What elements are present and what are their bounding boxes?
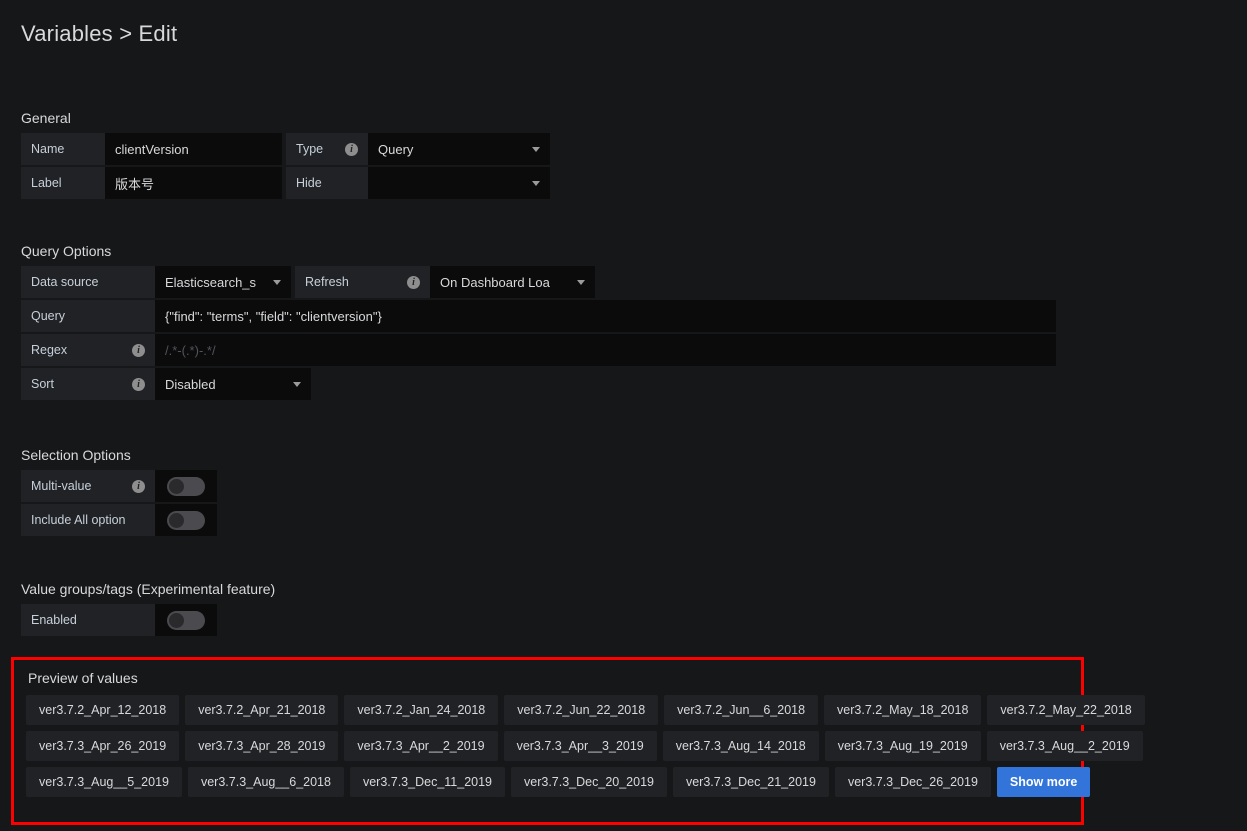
chevron-down-icon bbox=[293, 382, 301, 387]
preview-heading: Preview of values bbox=[28, 670, 138, 686]
query-options-row-4: Sort i Disabled bbox=[21, 368, 1056, 400]
value-chip[interactable]: ver3.7.2_Apr_12_2018 bbox=[26, 695, 180, 725]
value-chip[interactable]: ver3.7.3_Apr_28_2019 bbox=[185, 731, 339, 761]
hide-label-text: Hide bbox=[296, 176, 322, 190]
value-groups-heading: Value groups/tags (Experimental feature) bbox=[21, 581, 276, 597]
datasource-label-text: Data source bbox=[31, 275, 99, 289]
info-icon[interactable]: i bbox=[132, 343, 145, 357]
value-chip[interactable]: ver3.7.3_Aug__2_2019 bbox=[986, 731, 1143, 761]
datasource-select-value: Elasticsearch_s bbox=[165, 274, 257, 290]
value-groups-section: Value groups/tags (Experimental feature)… bbox=[21, 581, 275, 638]
value-chip[interactable]: ver3.7.3_Aug_19_2019 bbox=[824, 731, 981, 761]
toggle-switch-off bbox=[167, 510, 205, 530]
value-chip[interactable]: ver3.7.3_Aug__6_2018 bbox=[187, 767, 344, 797]
info-icon[interactable]: i bbox=[345, 142, 358, 156]
value-chip[interactable]: ver3.7.3_Dec_20_2019 bbox=[511, 767, 667, 797]
name-input[interactable] bbox=[105, 133, 282, 165]
refresh-label-text: Refresh bbox=[305, 275, 349, 289]
multi-value-label: Multi-value i bbox=[21, 470, 155, 502]
query-options-row-2: Query bbox=[21, 300, 1056, 332]
sort-label-text: Sort bbox=[31, 377, 54, 391]
value-chip[interactable]: ver3.7.3_Aug_14_2018 bbox=[662, 731, 819, 761]
show-more-button[interactable]: Show more bbox=[996, 767, 1091, 797]
value-chip[interactable]: ver3.7.2_May_22_2018 bbox=[987, 695, 1145, 725]
name-label-text: Name bbox=[31, 142, 65, 156]
selection-row-multivalue: Multi-value i bbox=[21, 470, 217, 502]
preview-chip-rows: ver3.7.2_Apr_12_2018 ver3.7.2_Apr_21_201… bbox=[26, 695, 1145, 797]
value-chip[interactable]: ver3.7.3_Dec_26_2019 bbox=[834, 767, 991, 797]
name-label: Name bbox=[21, 133, 105, 165]
info-icon[interactable]: i bbox=[132, 479, 145, 493]
selection-options-section: Selection Options Multi-value i Include … bbox=[21, 447, 217, 538]
selection-row-includeall: Include All option bbox=[21, 504, 217, 536]
value-chip[interactable]: ver3.7.2_Apr_21_2018 bbox=[185, 695, 339, 725]
value-groups-row-enabled: Enabled bbox=[21, 604, 275, 636]
label-field-label: Label bbox=[21, 167, 105, 199]
enabled-label-text: Enabled bbox=[31, 613, 77, 627]
regex-input[interactable] bbox=[155, 334, 1056, 366]
enabled-label: Enabled bbox=[21, 604, 155, 636]
value-chip[interactable]: ver3.7.3_Apr__3_2019 bbox=[503, 731, 657, 761]
chevron-down-icon bbox=[532, 147, 540, 152]
value-chip[interactable]: ver3.7.3_Dec_21_2019 bbox=[672, 767, 829, 797]
query-options-heading: Query Options bbox=[21, 243, 112, 259]
selection-options-heading: Selection Options bbox=[21, 447, 131, 463]
type-select-value: Query bbox=[378, 141, 414, 157]
general-section: General Name Type i Query Label bbox=[21, 110, 550, 201]
general-row-1: Name Type i Query bbox=[21, 133, 550, 165]
value-chip[interactable]: ver3.7.3_Apr__2_2019 bbox=[344, 731, 498, 761]
label-field-label-text: Label bbox=[31, 176, 62, 190]
preview-chip-row: ver3.7.3_Aug__5_2019 ver3.7.3_Aug__6_201… bbox=[26, 767, 1091, 797]
query-options-row-3: Regex i bbox=[21, 334, 1056, 366]
info-icon[interactable]: i bbox=[407, 275, 420, 289]
value-chip[interactable]: ver3.7.2_May_18_2018 bbox=[824, 695, 982, 725]
chevron-down-icon bbox=[273, 280, 281, 285]
multi-value-toggle[interactable] bbox=[155, 470, 217, 502]
query-label: Query bbox=[21, 300, 155, 332]
chevron-down-icon bbox=[577, 280, 585, 285]
type-select[interactable]: Query bbox=[368, 133, 550, 165]
preview-of-values-panel: Preview of values ver3.7.2_Apr_12_2018 v… bbox=[11, 657, 1145, 825]
sort-select-value: Disabled bbox=[165, 376, 216, 392]
value-chip[interactable]: ver3.7.3_Apr_26_2019 bbox=[26, 731, 180, 761]
query-options-row-1: Data source Elasticsearch_s Refresh i On… bbox=[21, 266, 1056, 298]
sort-select[interactable]: Disabled bbox=[155, 368, 311, 400]
hide-select[interactable] bbox=[368, 167, 550, 199]
regex-label: Regex i bbox=[21, 334, 155, 366]
chevron-down-icon bbox=[532, 181, 540, 186]
info-icon[interactable]: i bbox=[132, 377, 145, 391]
datasource-select[interactable]: Elasticsearch_s bbox=[155, 266, 291, 298]
value-chip[interactable]: ver3.7.2_Jun_22_2018 bbox=[504, 695, 659, 725]
enabled-toggle[interactable] bbox=[155, 604, 217, 636]
value-chip[interactable]: ver3.7.3_Dec_11_2019 bbox=[349, 767, 506, 797]
label-field-input[interactable] bbox=[105, 167, 282, 199]
value-chip[interactable]: ver3.7.2_Jan_24_2018 bbox=[344, 695, 499, 725]
toggle-switch-off bbox=[167, 476, 205, 496]
general-row-2: Label Hide bbox=[21, 167, 550, 199]
query-options-section: Query Options Data source Elasticsearch_… bbox=[21, 243, 1056, 402]
query-input[interactable] bbox=[155, 300, 1056, 332]
regex-label-text: Regex bbox=[31, 343, 68, 357]
multi-value-label-text: Multi-value bbox=[31, 479, 92, 493]
datasource-label: Data source bbox=[21, 266, 155, 298]
value-chip[interactable]: ver3.7.2_Jun__6_2018 bbox=[664, 695, 819, 725]
include-all-label-text: Include All option bbox=[31, 513, 126, 527]
refresh-select[interactable]: On Dashboard Loa bbox=[430, 266, 595, 298]
include-all-label: Include All option bbox=[21, 504, 155, 536]
hide-label: Hide bbox=[286, 167, 368, 199]
include-all-toggle[interactable] bbox=[155, 504, 217, 536]
type-label: Type i bbox=[286, 133, 368, 165]
query-label-text: Query bbox=[31, 309, 66, 323]
toggle-switch-off bbox=[167, 610, 205, 630]
refresh-label: Refresh i bbox=[295, 266, 430, 298]
variables-edit-page: Variables > Edit General Name Type i Que… bbox=[0, 0, 1247, 831]
page-title: Variables > Edit bbox=[21, 21, 178, 46]
preview-chip-row: ver3.7.3_Apr_26_2019 ver3.7.3_Apr_28_201… bbox=[26, 731, 1143, 761]
refresh-select-value: On Dashboard Loa bbox=[440, 274, 550, 290]
value-chip[interactable]: ver3.7.3_Aug__5_2019 bbox=[26, 767, 182, 797]
type-label-text: Type bbox=[296, 142, 324, 156]
preview-chip-row: ver3.7.2_Apr_12_2018 ver3.7.2_Apr_21_201… bbox=[26, 695, 1145, 725]
sort-label: Sort i bbox=[21, 368, 155, 400]
general-heading: General bbox=[21, 110, 71, 126]
